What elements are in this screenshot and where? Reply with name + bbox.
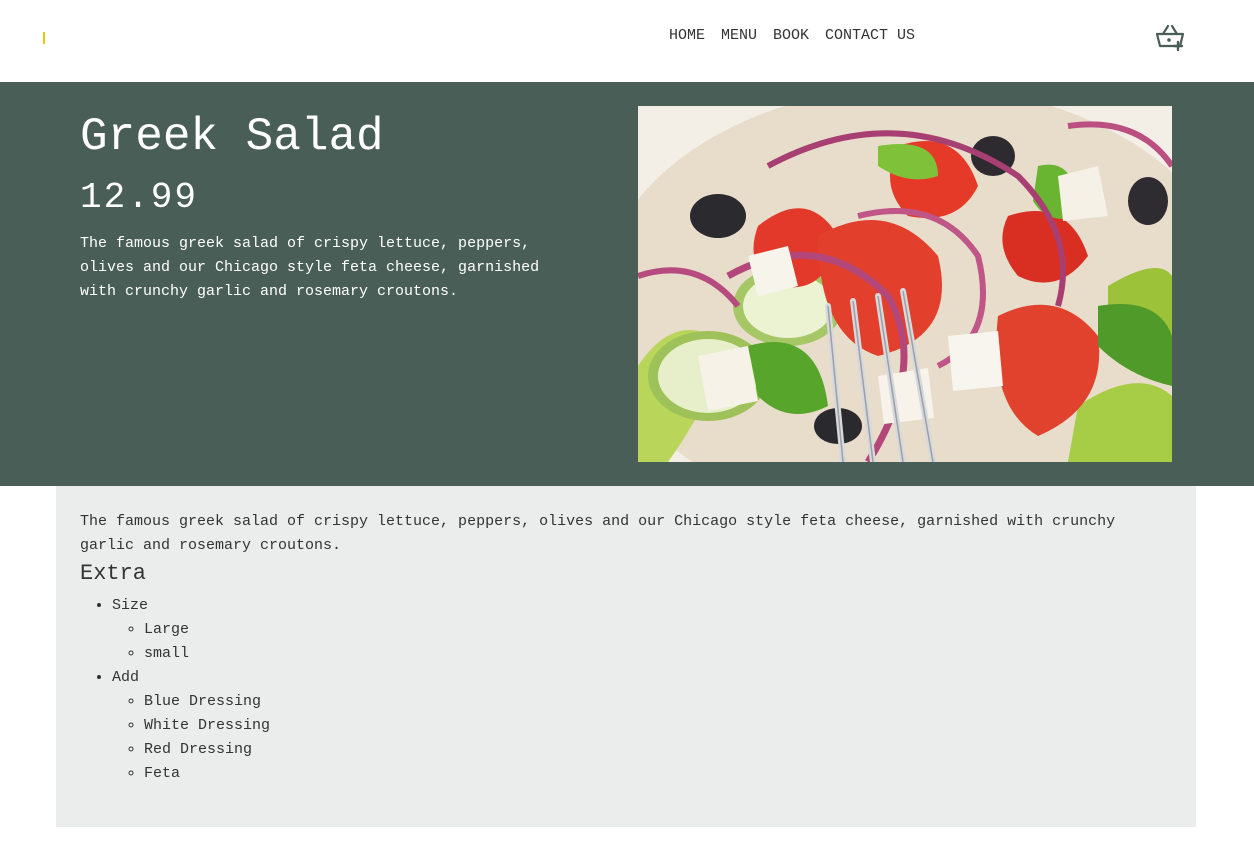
option-group-label: Size [112, 597, 149, 614]
extra-options-list: Size Large small Add Blue Dressing White… [80, 594, 1172, 786]
nav-links: HOME MENU BOOK CONTACT US [661, 26, 923, 46]
navbar: HOME MENU BOOK CONTACT US [0, 0, 1254, 82]
dish-title: Greek Salad [80, 111, 384, 163]
option-item[interactable]: small [144, 642, 1172, 666]
nav-link-contact-us[interactable]: CONTACT US [817, 26, 923, 46]
option-group-label: Add [112, 669, 140, 686]
option-item[interactable]: Feta [144, 762, 1172, 786]
dish-price: 12.99 [80, 177, 199, 218]
option-group-size: Size Large small [112, 594, 1172, 666]
nav-link-home[interactable]: HOME [661, 26, 713, 46]
dish-photo [638, 106, 1172, 462]
cart-button[interactable] [1154, 22, 1186, 52]
basket-plus-icon [1155, 24, 1185, 52]
dish-details: The famous greek salad of crispy lettuce… [56, 486, 1196, 827]
dish-description: The famous greek salad of crispy lettuce… [80, 513, 1116, 554]
extra-heading: Extra [80, 561, 147, 586]
option-item[interactable]: Red Dressing [144, 738, 1172, 762]
hero-section: Greek Salad 12.99 The famous greek salad… [0, 82, 1254, 486]
option-item[interactable]: Blue Dressing [144, 690, 1172, 714]
nav-link-book[interactable]: BOOK [765, 26, 817, 46]
dish-short-description: The famous greek salad of crispy lettuce… [80, 235, 540, 300]
option-item[interactable]: White Dressing [144, 714, 1172, 738]
option-item[interactable]: Large [144, 618, 1172, 642]
nav-link-menu[interactable]: MENU [713, 26, 765, 46]
logo[interactable] [43, 32, 45, 44]
option-group-add: Add Blue Dressing White Dressing Red Dre… [112, 666, 1172, 786]
